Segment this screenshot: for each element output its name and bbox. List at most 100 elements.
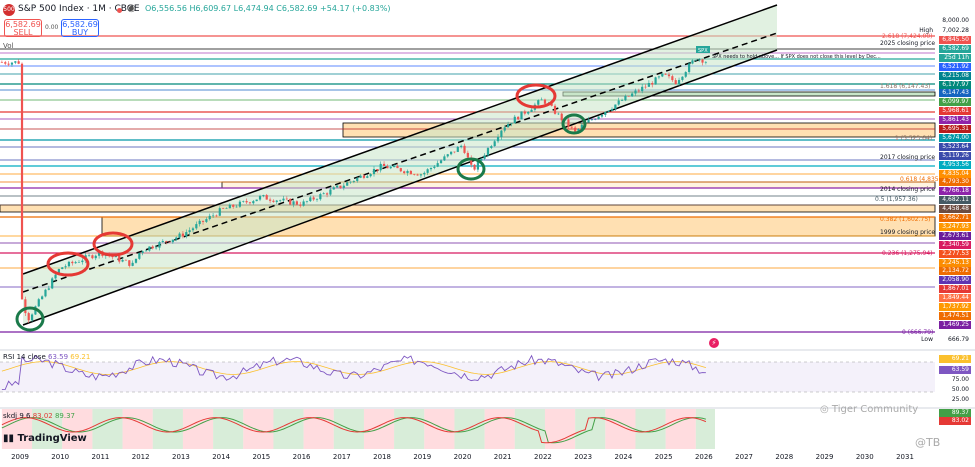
candle-body — [124, 259, 128, 261]
candle-body — [543, 99, 547, 104]
candle-body — [453, 151, 456, 153]
candle-body — [413, 174, 416, 175]
skdj-zone-5 — [152, 409, 183, 449]
candle-body — [336, 185, 339, 188]
candle-body — [255, 199, 258, 202]
axis-price-19: 4,458.48 — [939, 205, 971, 214]
close-1999-label: 1999 closing price — [880, 229, 935, 236]
skdj-zone-23 — [695, 409, 715, 449]
watermark: ◎ Tiger Community — [820, 404, 919, 415]
rsi-axis-50: 50.00 — [951, 386, 969, 393]
candle-body — [228, 204, 231, 209]
axis-price-20: 3,662.71 — [939, 214, 971, 222]
candle-body — [144, 250, 148, 252]
candle-body — [37, 299, 40, 307]
candle-body — [701, 59, 704, 63]
candle-body — [419, 174, 423, 176]
candle-body — [24, 299, 27, 314]
candle-body — [691, 60, 694, 64]
close-2025-label: 2025 closing price — [880, 40, 935, 47]
axis-price-15: 4,835.04 — [939, 169, 971, 178]
watermark-handle: @TB — [915, 436, 941, 449]
candle-body — [309, 197, 312, 202]
volume-label[interactable]: Vol — [3, 42, 13, 50]
x-tick-2014: 2014 — [212, 453, 231, 461]
chart-root: 2.618 (7,424.00) 2025 closing price SPX SPX… — [0, 0, 975, 467]
candle-body — [188, 230, 191, 233]
candle-body — [607, 110, 610, 112]
tradingview-logo[interactable]: ▮▮ TradingView — [3, 433, 87, 444]
candle-body — [195, 224, 198, 229]
rsi-value-1: 63.59 — [48, 353, 69, 361]
candle-body — [252, 201, 255, 204]
candle-body — [285, 198, 288, 200]
axis-high-label: High — [919, 27, 933, 34]
candle-body — [664, 73, 667, 75]
x-tick-2016: 2016 — [292, 453, 311, 461]
candle-body — [688, 63, 691, 73]
axis-price-13: 5,119.26 — [939, 151, 971, 160]
candle-body — [10, 62, 14, 65]
candle-body — [279, 200, 282, 201]
candle-body — [406, 170, 409, 174]
ohlc-readout: O6,556.56 H6,609.67 L6,474.94 C6,582.69 … — [145, 4, 391, 13]
candle-body — [594, 119, 597, 120]
candle-body — [171, 239, 174, 243]
symbol-icon[interactable]: 500 — [3, 4, 15, 16]
x-tick-2023: 2023 — [574, 453, 593, 461]
axis-price-17: 4,766.18 — [939, 187, 971, 196]
close-2014-label: 2014 closing price — [880, 186, 935, 193]
candle-body — [20, 63, 24, 300]
candle-body — [704, 62, 707, 63]
candle-body — [356, 177, 359, 181]
candle-body — [211, 215, 215, 217]
x-tick-2026: 2026 — [694, 453, 713, 461]
candle-body — [305, 201, 309, 202]
axis-price-23: 2,340.59 — [939, 240, 971, 249]
candle-body — [500, 130, 503, 137]
skdj-zone-19 — [575, 409, 606, 449]
candle-body — [463, 145, 466, 153]
candle-body — [436, 163, 439, 167]
axis-top-value: 8,000.00 — [942, 17, 969, 24]
skdj-tag-1: 89.37 — [939, 409, 971, 417]
axis-price-18: 4,682.11 — [939, 196, 971, 205]
candle-body — [698, 59, 701, 61]
eye-icon[interactable]: ◉ — [127, 3, 136, 14]
candle-body — [339, 185, 342, 188]
candle-body — [282, 198, 285, 201]
event-icon[interactable]: ⚡ — [709, 338, 719, 348]
skdj-zone-4 — [122, 409, 153, 449]
sell-button[interactable]: 6,582.69 SELL — [4, 19, 42, 37]
candle-body — [248, 202, 252, 204]
candle-body — [87, 255, 91, 256]
buy-label: BUY — [71, 28, 89, 37]
axis-price-9: 5,861.43 — [939, 116, 971, 125]
candle-body — [262, 195, 265, 197]
candle-body — [134, 258, 138, 263]
rsi-label[interactable]: RSI 14 close 63.59 69.21 — [3, 353, 90, 361]
skdj-zone-20 — [605, 409, 636, 449]
candle-body — [44, 289, 47, 297]
candle-body — [671, 76, 674, 81]
skdj-label[interactable]: skdj 9 6 83.02 89.37 — [3, 412, 75, 420]
candle-body — [597, 116, 600, 120]
candle-body — [520, 111, 523, 120]
spx-tag: SPX — [698, 48, 708, 54]
candle-body — [235, 206, 238, 208]
candle-body — [205, 219, 208, 222]
skdj-zone-3 — [92, 409, 123, 449]
candle-body — [128, 260, 131, 266]
candle-body — [359, 175, 362, 178]
buy-button[interactable]: 6,582.69 BUY — [61, 19, 99, 37]
candle-body — [523, 111, 526, 114]
chart-svg[interactable]: 2.618 (7,424.00)2025 closing priceSPXSPX… — [0, 0, 975, 467]
candle-body — [272, 200, 275, 202]
candle-body — [600, 114, 604, 117]
candle-body — [7, 63, 10, 65]
candle-body — [322, 193, 325, 195]
candle-body — [433, 166, 436, 168]
candle-body — [426, 169, 429, 173]
candle-body — [225, 208, 228, 209]
skdj-zone-22 — [665, 409, 696, 449]
